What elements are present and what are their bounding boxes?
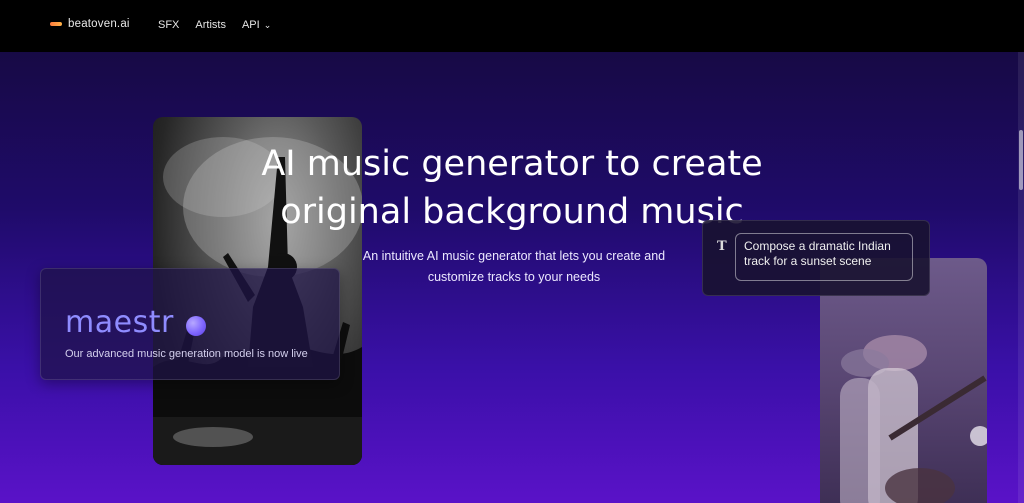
scrollbar-thumb[interactable] <box>1019 130 1023 190</box>
nav-item-artists[interactable]: Artists <box>195 19 226 31</box>
maestro-title: maestr <box>65 305 174 340</box>
hero-subtitle: An intuitive AI music generator that let… <box>300 246 728 288</box>
logo[interactable]: beatoven.ai <box>50 18 130 30</box>
prompt-text-box: Compose a dramatic Indian track for a su… <box>735 233 913 281</box>
logo-text: beatoven.ai <box>68 18 130 30</box>
maestro-announcement-card[interactable]: maestr Our advanced music generation mod… <box>40 268 340 380</box>
hero-subtitle-line-1: An intuitive AI music generator that let… <box>362 249 666 263</box>
chevron-down-icon: ⌄ <box>263 19 272 30</box>
page-scrollbar[interactable] <box>1018 52 1024 503</box>
main-nav: SFX Artists API ⌄ <box>158 19 271 31</box>
hero-headline-line-1: AI music generator to create <box>261 144 763 184</box>
maestro-description: Our advanced music generation model is n… <box>65 348 308 360</box>
top-navigation-bar: beatoven.ai SFX Artists API ⌄ <box>0 0 1024 52</box>
text-prompt-icon: T <box>717 239 727 254</box>
hero-subtitle-line-2: customize tracks to your needs <box>427 270 601 284</box>
hero-section: AI music generator to create original ba… <box>0 52 1024 503</box>
prompt-example-card: T Compose a dramatic Indian track for a … <box>702 220 930 296</box>
logo-mark-icon <box>50 22 62 26</box>
nav-item-api[interactable]: API ⌄ <box>242 19 271 31</box>
nav-item-api-label: API <box>241 19 260 31</box>
maestro-orb-icon <box>186 316 206 336</box>
nav-item-sfx[interactable]: SFX <box>158 19 179 31</box>
